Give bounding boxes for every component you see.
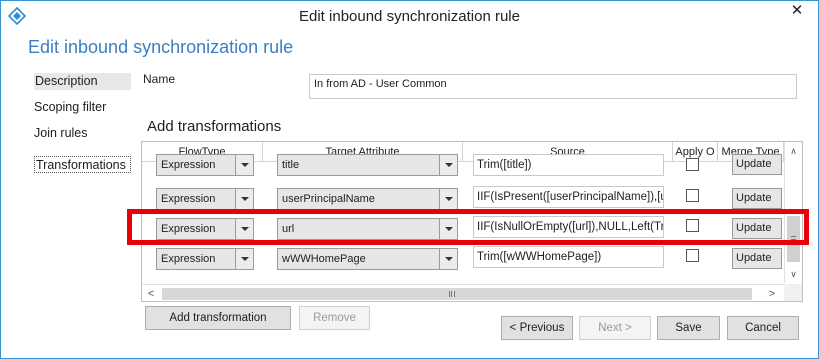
close-icon[interactable]: ✕	[779, 1, 815, 22]
flowtype-select[interactable]: Expression	[156, 248, 254, 270]
flowtype-value: Expression	[161, 159, 216, 171]
transformations-heading: Add transformations	[147, 118, 282, 135]
highlight-box	[127, 209, 809, 245]
merge-type-button[interactable]: Update	[732, 154, 782, 175]
page-title: Edit inbound synchronization rule	[28, 37, 294, 57]
scroll-left-icon[interactable]: <	[144, 287, 158, 301]
chevron-down-icon[interactable]	[235, 155, 253, 175]
apply-once-checkbox[interactable]	[686, 158, 699, 171]
cancel-button[interactable]: Cancel	[727, 316, 799, 340]
window-title: Edit inbound synchronization rule	[299, 8, 520, 25]
previous-button[interactable]: < Previous	[501, 316, 573, 340]
apply-once-checkbox[interactable]	[686, 249, 699, 262]
target-attribute-select[interactable]: userPrincipalName	[277, 188, 458, 210]
horizontal-scroll-thumb[interactable]	[162, 288, 752, 300]
title-bar[interactable]: Edit inbound synchronization rule ✕	[1, 1, 818, 32]
scroll-up-icon[interactable]: ∧	[785, 144, 802, 158]
apply-once-checkbox[interactable]	[686, 189, 699, 202]
horizontal-scrollbar[interactable]: < >	[142, 284, 784, 301]
chevron-down-icon[interactable]	[439, 189, 457, 209]
grip-icon	[449, 291, 455, 297]
scroll-right-icon[interactable]: >	[765, 287, 779, 301]
name-field[interactable]: In from AD - User Common	[309, 74, 797, 99]
source-expression-field[interactable]: Trim([title])	[473, 154, 664, 176]
nav-item-transformations[interactable]: Transformations	[34, 156, 131, 173]
target-attribute-value: wWWHomePage	[282, 253, 366, 265]
target-attribute-select[interactable]: title	[277, 154, 458, 176]
target-attribute-select[interactable]: wWWHomePage	[277, 248, 458, 270]
table-row: Expression title Trim([title]) Update	[142, 154, 782, 184]
merge-type-button[interactable]: Update	[732, 188, 782, 209]
chevron-down-icon[interactable]	[235, 189, 253, 209]
target-attribute-value: title	[282, 159, 300, 171]
flowtype-value: Expression	[161, 193, 216, 205]
chevron-down-icon[interactable]	[439, 155, 457, 175]
chevron-down-icon[interactable]	[439, 249, 457, 269]
target-attribute-value: userPrincipalName	[282, 193, 375, 205]
merge-type-button[interactable]: Update	[732, 248, 782, 269]
flowtype-select[interactable]: Expression	[156, 154, 254, 176]
dialog-window: Edit inbound synchronization rule ✕ Edit…	[0, 0, 819, 359]
nav-item-description[interactable]: Description	[34, 73, 131, 90]
flowtype-select[interactable]: Expression	[156, 188, 254, 210]
flowtype-value: Expression	[161, 253, 216, 265]
add-transformation-button[interactable]: Add transformation	[145, 306, 291, 330]
scrollbar-corner	[784, 284, 802, 301]
next-button[interactable]: Next >	[579, 316, 651, 340]
source-expression-field[interactable]: IIF(IsPresent([userPrincipalName]),[u	[473, 186, 664, 208]
chevron-down-icon[interactable]	[235, 249, 253, 269]
remove-button[interactable]: Remove	[299, 306, 370, 330]
save-button[interactable]: Save	[657, 316, 720, 340]
nav-item-join-rules[interactable]: Join rules	[34, 125, 88, 142]
scroll-down-icon[interactable]: ∨	[785, 267, 802, 281]
table-row: Expression wWWHomePage Trim([wWWHomePage…	[142, 246, 782, 276]
nav-item-scoping-filter[interactable]: Scoping filter	[34, 99, 106, 116]
source-expression-field[interactable]: Trim([wWWHomePage])	[473, 246, 664, 268]
name-label: Name	[143, 72, 176, 86]
